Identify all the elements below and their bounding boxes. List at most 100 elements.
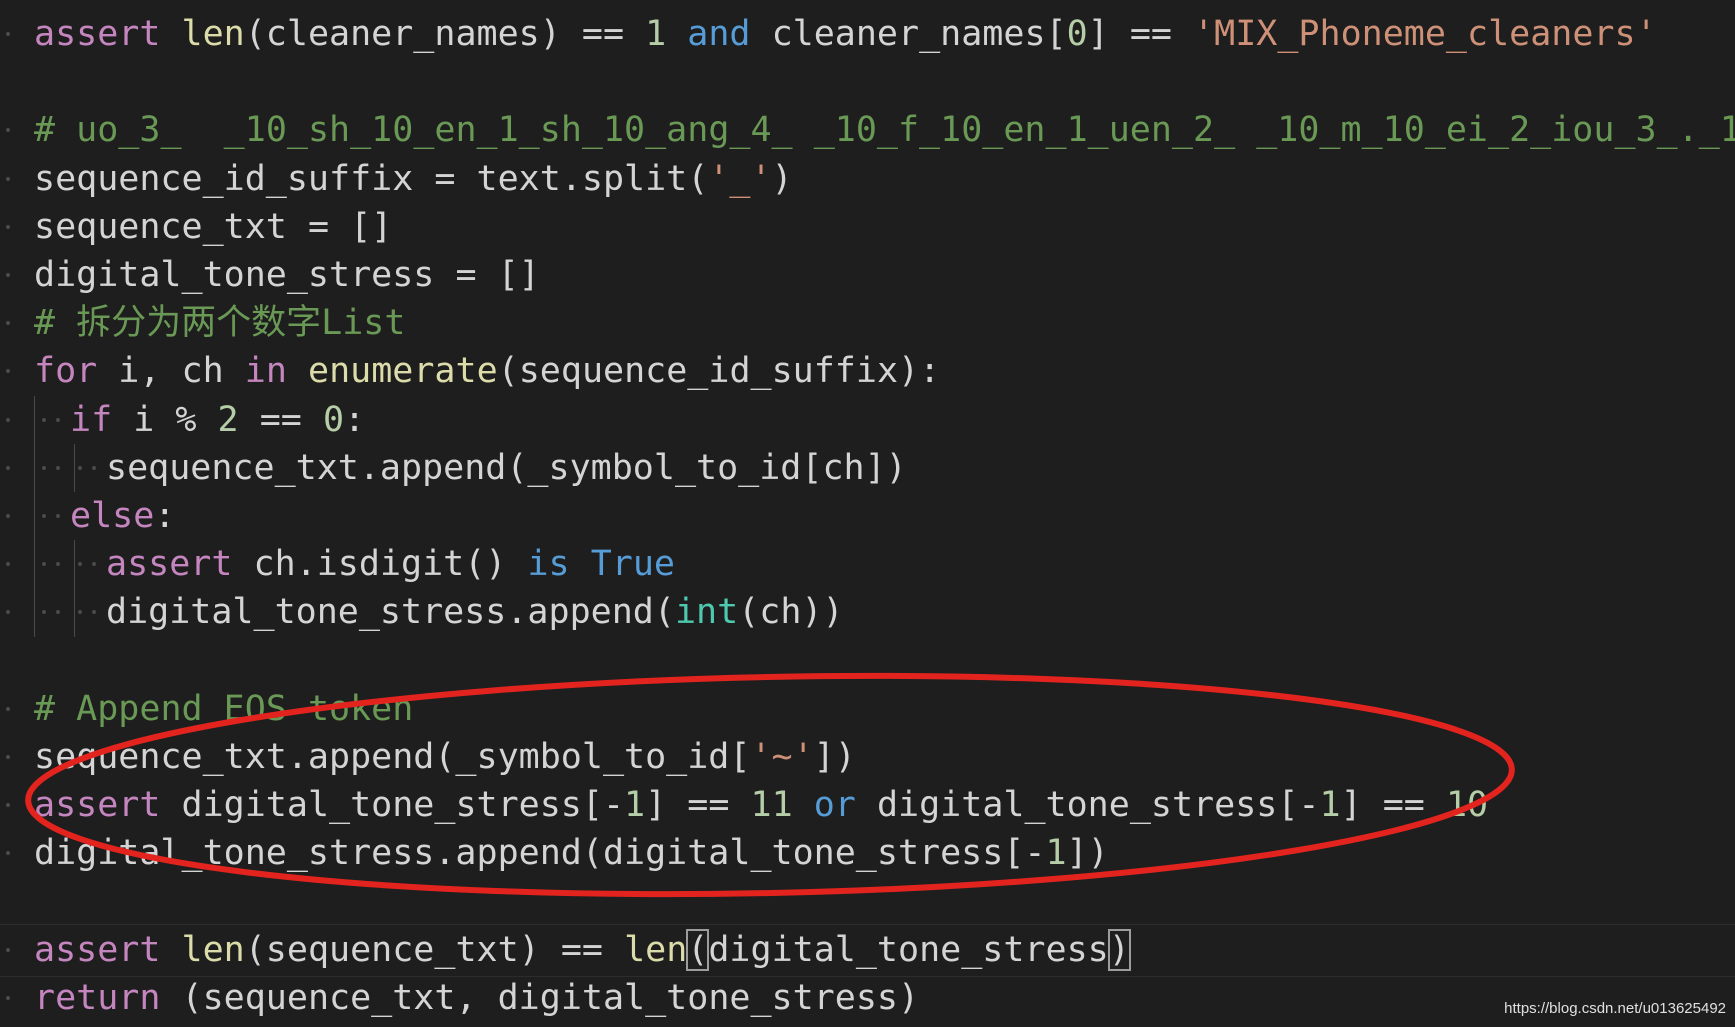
whitespace-marker [6, 755, 10, 759]
code-line[interactable]: for i, ch in enumerate(sequence_id_suffi… [0, 347, 1735, 395]
whitespace-marker [6, 369, 10, 374]
code-token: 11 [750, 785, 793, 826]
whitespace-marker [92, 465, 96, 470]
whitespace-marker [6, 706, 10, 711]
code-line[interactable]: if i % 2 == 0: [0, 396, 1735, 444]
whitespace-marker [42, 514, 46, 518]
code-token: cleaner_names[ [771, 14, 1067, 54]
code-line[interactable]: sequence_txt.append(_symbol_to_id[ch]) [0, 444, 1735, 492]
code-token: _10_f_10_en_1_uen_2_ [813, 110, 1236, 151]
whitespace-marker [42, 465, 46, 470]
code-token: len [181, 14, 245, 54]
code-token: 0 [322, 399, 345, 440]
code-token: sequence_txt.append(_symbol_to_id[ [34, 737, 751, 777]
code-token: Append [76, 688, 203, 729]
matched-bracket: ) [1107, 928, 1131, 971]
code-token: assert [34, 14, 161, 54]
code-token: _10_sh_10_en_1_sh_10_ang_4_ [223, 110, 793, 151]
code-editor[interactable]: assert len(cleaner_names) == 1 and clean… [0, 0, 1735, 1027]
code-token: if [70, 399, 113, 440]
code-line[interactable]: digital_tone_stress = [] [0, 251, 1735, 299]
code-token: _10_m_10_ei_2_iou_3_._10 [1256, 110, 1735, 151]
code-text: digital_tone_stress.append(int(ch)) [106, 588, 844, 636]
code-line[interactable]: sequence_id_suffix = text.split('_') [0, 155, 1735, 203]
code-token: 1 [1045, 833, 1067, 874]
code-line[interactable]: digital_tone_stress.append(int(ch)) [0, 588, 1735, 636]
code-token: assert [106, 544, 233, 585]
code-token: i, [118, 351, 161, 392]
code-token: # [34, 688, 56, 729]
code-line[interactable]: digital_tone_stress.append(digital_tone_… [0, 829, 1735, 877]
whitespace-marker [56, 514, 60, 518]
whitespace-marker [78, 610, 82, 615]
code-token: ] [645, 785, 667, 826]
code-token: == [581, 14, 625, 54]
code-token: assert [34, 929, 161, 970]
code-token: [] [350, 206, 393, 247]
code-line[interactable] [0, 878, 1735, 926]
code-token: # [34, 303, 56, 344]
code-text: sequence_id_suffix = text.split('_') [34, 155, 793, 203]
code-text: digital_tone_stress = [] [34, 251, 540, 299]
code-token: == [560, 929, 603, 970]
code-text: sequence_txt = [] [34, 203, 392, 251]
code-token: = [434, 158, 456, 199]
code-text: assert digital_tone_stress[-1] == 11 or … [34, 781, 1488, 829]
whitespace-marker [56, 417, 60, 422]
code-token: ]) [813, 737, 856, 777]
code-token: '~' [750, 737, 814, 777]
code-token: (sequence_id_suffix): [497, 351, 941, 392]
whitespace-marker [6, 562, 10, 567]
whitespace-marker [6, 947, 10, 952]
code-token: # [34, 110, 56, 151]
code-line[interactable]: sequence_txt.append(_symbol_to_id['~']) [0, 733, 1735, 781]
code-token: ) [771, 158, 793, 199]
code-line[interactable]: # uo_3_ _10_sh_10_en_1_sh_10_ang_4_ _10_… [0, 106, 1735, 154]
code-text: # Append EOS token [34, 685, 413, 733]
indent-guide [34, 395, 35, 637]
code-line[interactable]: # 拆分为两个数字List [0, 299, 1735, 347]
whitespace-marker [6, 514, 10, 518]
code-token: text.split( [476, 158, 709, 199]
code-line[interactable]: # Append EOS token [0, 685, 1735, 733]
code-line[interactable]: sequence_txt = [] [0, 203, 1735, 251]
code-line[interactable] [0, 637, 1735, 685]
code-line[interactable]: assert digital_tone_stress[-1] == 11 or … [0, 781, 1735, 829]
code-line[interactable]: return (sequence_txt, digital_tone_stres… [0, 974, 1735, 1022]
code-token: ]) [1066, 833, 1109, 874]
code-token: '_' [708, 158, 772, 199]
code-line[interactable] [0, 58, 1735, 106]
code-token: 2 [217, 399, 239, 440]
code-line[interactable]: assert ch.isdigit() is True [0, 540, 1735, 588]
code-line[interactable]: assert len(cleaner_names) == 1 and clean… [0, 10, 1735, 58]
whitespace-marker [6, 610, 10, 615]
code-line[interactable]: else: [0, 492, 1735, 540]
whitespace-marker [6, 851, 10, 856]
indent-guide [74, 540, 75, 637]
code-token: (sequence_txt, [181, 978, 477, 1018]
code-token: digital_tone_stress[- [876, 785, 1320, 826]
whitespace-marker [6, 417, 10, 422]
code-line[interactable]: assert len(sequence_txt) == len(digital_… [0, 926, 1735, 974]
